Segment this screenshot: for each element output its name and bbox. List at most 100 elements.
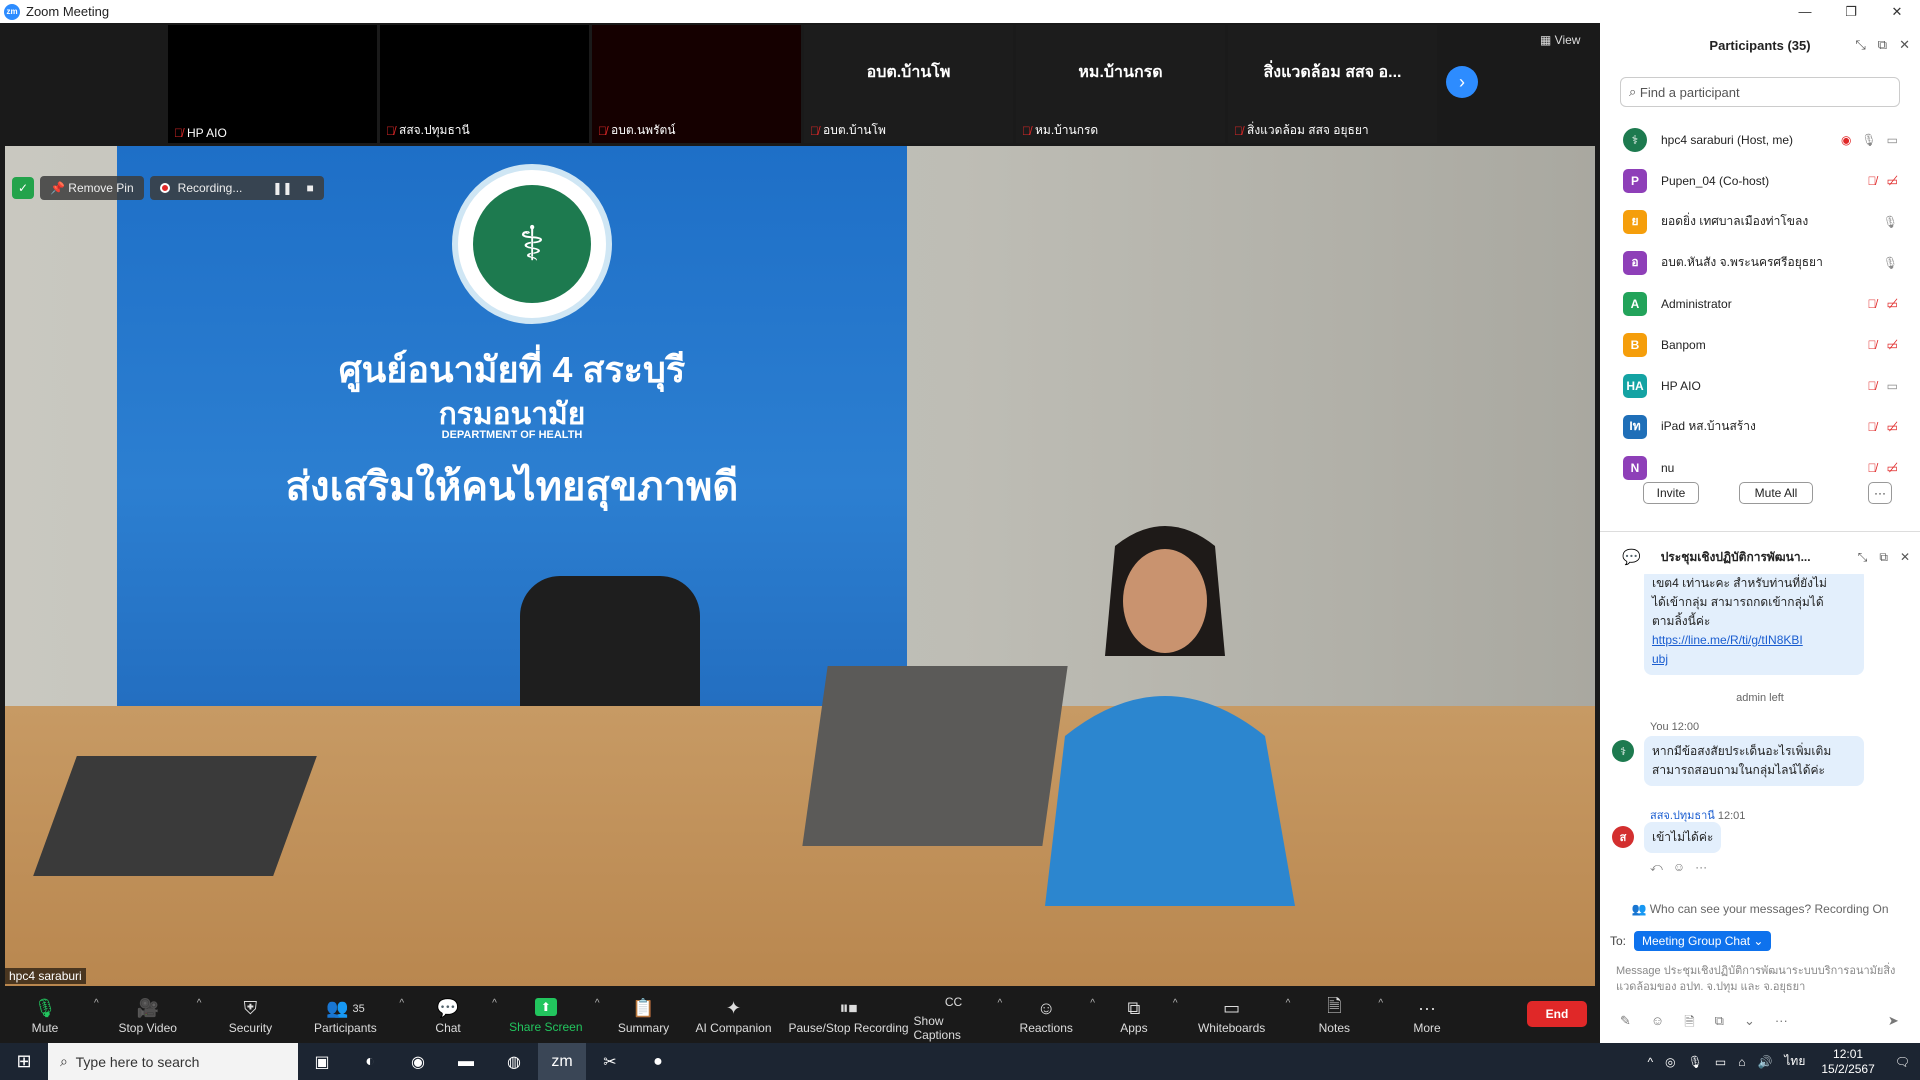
recipient-dropdown[interactable]: Meeting Group Chat ⌄ xyxy=(1634,931,1772,951)
microphone-icon[interactable]: 🎙 xyxy=(1688,1055,1703,1069)
video-tile[interactable]: 🎙̸ สสจ.ปทุมธานี xyxy=(380,25,589,143)
collapse-icon[interactable]: ⤡ xyxy=(1858,550,1868,565)
windows-start-icon[interactable]: ⊞ xyxy=(0,1043,48,1080)
reactions-button[interactable]: ☺ Reactions xyxy=(1006,988,1086,1043)
chevron-down-icon[interactable]: ⌄ xyxy=(1744,1013,1755,1035)
more-dots-icon[interactable]: ··· xyxy=(1775,1013,1788,1035)
mic-muted-icon[interactable]: 🎙̸ xyxy=(1868,338,1877,352)
summary-button[interactable]: 📋 Summary xyxy=(604,988,684,1043)
webex-icon[interactable]: ◍ xyxy=(490,1043,538,1080)
video-off-icon[interactable]: ▭̸ xyxy=(1887,174,1898,188)
close-button[interactable]: ✕ xyxy=(1874,0,1920,23)
video-tile[interactable]: อบต.บ้านโพ 🎙̸ อบต.บ้านโพ xyxy=(804,25,1013,143)
close-icon[interactable]: ✕ xyxy=(1900,550,1910,565)
mute-all-button[interactable]: Mute All xyxy=(1739,482,1813,504)
battery-icon[interactable]: ▭ xyxy=(1715,1055,1726,1069)
video-camera-icon[interactable]: ▭ xyxy=(1887,133,1898,147)
video-camera-icon[interactable]: ▭ xyxy=(1887,379,1898,393)
stop-icon[interactable]: ■ xyxy=(306,181,313,195)
reply-icon[interactable]: ⤺ xyxy=(1650,860,1663,875)
chat-link[interactable]: ubj xyxy=(1652,650,1856,669)
view-button[interactable]: ▦ View xyxy=(1540,33,1580,47)
file-explorer-icon[interactable]: ▬ xyxy=(442,1043,490,1080)
chevron-up-icon[interactable]: ^ xyxy=(197,998,202,1009)
mic-muted-icon[interactable]: 🎙̸ xyxy=(1868,174,1877,188)
more-button[interactable]: ··· More xyxy=(1387,988,1467,1043)
collapse-icon[interactable]: ⤡ xyxy=(1855,37,1865,53)
security-button[interactable]: ⛨ Security xyxy=(205,988,295,1043)
mic-muted-icon[interactable]: 🎙̸ xyxy=(1868,420,1877,434)
video-tile[interactable]: 🎙̸ อบต.นพรัตน์ xyxy=(592,25,801,143)
close-icon[interactable]: ✕ xyxy=(1899,37,1910,53)
participant-row[interactable]: HA HP AIO 🎙̸ ▭ xyxy=(1600,365,1920,406)
mic-muted-icon[interactable]: 🎙̸ xyxy=(1868,379,1877,393)
chevron-up-icon[interactable]: ^ xyxy=(1378,998,1383,1009)
video-tile[interactable]: 🎙̸ HP AIO xyxy=(168,25,377,143)
participant-row[interactable]: P Pupen_04 (Co-host) 🎙̸ ▭̸ xyxy=(1600,160,1920,201)
mic-muted-icon[interactable]: 🎙̸ xyxy=(1868,461,1877,475)
chevron-up-icon[interactable]: ^ xyxy=(1647,1055,1653,1069)
ai-companion-button[interactable]: ✦ AI Companion xyxy=(684,988,784,1043)
chevron-up-icon[interactable]: ^ xyxy=(399,998,404,1009)
chevron-up-icon[interactable]: ^ xyxy=(1286,998,1291,1009)
pop-out-icon[interactable]: ⧉ xyxy=(1878,37,1887,53)
format-icon[interactable]: ✎ xyxy=(1620,1013,1631,1035)
chevron-up-icon[interactable]: ^ xyxy=(94,998,99,1009)
pause-stop-recording-button[interactable]: ⏸⏹ Pause/Stop Recording xyxy=(784,988,914,1043)
participant-row[interactable]: ย ยอดยิ่ง เทศบาลเมืองท่าโขลง 🎙 xyxy=(1600,201,1920,242)
chevron-up-icon[interactable]: ^ xyxy=(1090,998,1095,1009)
mic-muted-icon[interactable]: 🎙̸ xyxy=(1868,297,1877,311)
notes-button[interactable]: 🗎 Notes xyxy=(1294,988,1374,1043)
chat-link[interactable]: https://line.me/R/ti/g/tIN8KBI xyxy=(1652,631,1856,650)
pause-icon[interactable]: ❚❚ xyxy=(272,181,292,195)
zoom-app-icon[interactable]: zm xyxy=(538,1043,586,1080)
restore-button[interactable]: ❐ xyxy=(1828,0,1874,23)
screenshot-icon[interactable]: ⧉ xyxy=(1715,1013,1724,1035)
task-view-icon[interactable]: ▣ xyxy=(298,1043,346,1080)
participants-button[interactable]: 👥 35 Participants xyxy=(295,988,395,1043)
mute-button[interactable]: 🎙 Mute xyxy=(0,988,90,1043)
line-app-icon[interactable]: ● xyxy=(634,1043,682,1080)
webcam-icon[interactable]: ◎ xyxy=(1665,1055,1675,1069)
participant-row[interactable]: อ อบต.หันสัง จ.พระนครศรีอยุธยา 🎙 xyxy=(1600,242,1920,283)
video-tile[interactable]: หม.บ้านกรด 🎙̸ หม.บ้านกรด xyxy=(1016,25,1225,143)
input-language[interactable]: ไทย xyxy=(1784,1052,1805,1071)
snipping-tool-icon[interactable]: ✂ xyxy=(586,1043,634,1080)
whiteboards-button[interactable]: ▭ Whiteboards xyxy=(1182,988,1282,1043)
video-tile[interactable]: สิ่งแวดล้อม สสจ อ... 🎙̸ สิ่งแวดล้อม สสจ อ… xyxy=(1228,25,1437,143)
share-screen-button[interactable]: ⬆ Share Screen xyxy=(501,988,591,1043)
apps-button[interactable]: ⧉ Apps xyxy=(1099,988,1169,1043)
edge-browser-icon[interactable]: ◐ xyxy=(346,1043,394,1080)
stop-video-button[interactable]: 🎥 Stop Video xyxy=(103,988,193,1043)
participant-row[interactable]: ⚕ hpc4 saraburi (Host, me) ◉ 🎙 ▭ xyxy=(1600,119,1920,160)
message-visibility-link[interactable]: 👥 Who can see your messages? Recording O… xyxy=(1600,902,1920,916)
remove-pin-button[interactable]: 📌 Remove Pin xyxy=(40,176,144,200)
microphone-icon[interactable]: 🎙 xyxy=(1883,215,1898,229)
chevron-up-icon[interactable]: ^ xyxy=(492,998,497,1009)
microphone-icon[interactable]: 🎙 xyxy=(1861,133,1876,147)
chevron-up-icon[interactable]: ^ xyxy=(1173,998,1178,1009)
emoji-icon[interactable]: ☺ xyxy=(1673,860,1685,875)
video-off-icon[interactable]: ▭̸ xyxy=(1887,297,1898,311)
taskbar-search-input[interactable]: ⌕ Type here to search xyxy=(48,1043,298,1080)
volume-icon[interactable]: 🔊 xyxy=(1757,1055,1772,1069)
video-off-icon[interactable]: ▭̸ xyxy=(1887,420,1898,434)
taskbar-clock[interactable]: 12:01 15/2/2567 xyxy=(1821,1047,1874,1077)
emoji-icon[interactable]: ☺ xyxy=(1651,1013,1664,1035)
participant-row[interactable]: Iท iPad หส.บ้านสร้าง 🎙̸ ▭̸ xyxy=(1600,406,1920,447)
more-dots-icon[interactable]: ··· xyxy=(1695,860,1707,875)
chevron-up-icon[interactable]: ^ xyxy=(595,998,600,1009)
chevron-up-icon[interactable]: ^ xyxy=(998,998,1003,1009)
invite-button[interactable]: Invite xyxy=(1643,482,1699,504)
minimize-button[interactable]: — xyxy=(1782,0,1828,23)
more-options-button[interactable]: ··· xyxy=(1868,482,1892,504)
notifications-icon[interactable]: 🗨 xyxy=(1895,1055,1910,1069)
pop-out-icon[interactable]: ⧉ xyxy=(1879,550,1888,565)
video-off-icon[interactable]: ▭̸ xyxy=(1887,461,1898,475)
chat-message-input[interactable]: Message ประชุมเชิงปฏิบัติการพัฒนาระบบบริ… xyxy=(1616,963,1906,995)
chat-button[interactable]: 💬 Chat xyxy=(408,988,488,1043)
find-participant-input[interactable]: ⌕ Find a participant xyxy=(1620,77,1900,107)
file-icon[interactable]: 🗎 xyxy=(1684,1013,1694,1035)
participant-row[interactable]: A Administrator 🎙̸ ▭̸ xyxy=(1600,283,1920,324)
video-off-icon[interactable]: ▭̸ xyxy=(1887,338,1898,352)
